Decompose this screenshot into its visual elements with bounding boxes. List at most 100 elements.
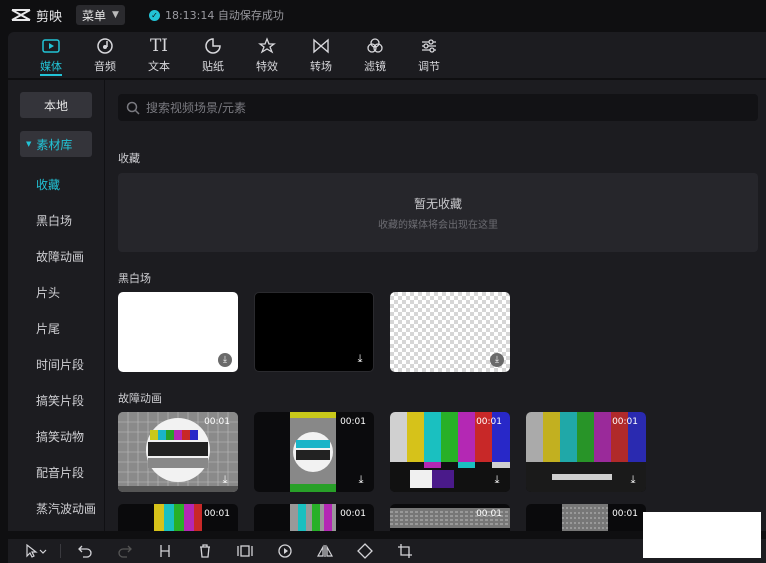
favorites-empty-state: 暂无收藏 收藏的媒体将会出现在这里 [118,173,758,252]
tab-effects-label: 特效 [256,60,278,73]
duration-label: 00:01 [612,417,638,427]
sidebar-item-funny-clips[interactable]: 搞笑片段 [36,392,84,409]
menu-button[interactable]: 菜单 ▼ [76,5,125,25]
audio-icon [96,36,114,56]
media-card-black[interactable]: ⤓ [254,292,374,372]
media-card-transparent[interactable]: ⤓ [390,292,510,372]
tab-adjust[interactable]: 调节 [402,32,456,78]
save-status: ✓ 18:13:14 自动保存成功 [148,7,284,23]
media-card-glitch-5[interactable]: 00:01 [118,504,238,531]
media-panel: 本地 ▼ 素材库 收藏 黑白场 故障动画 片头 片尾 时间片段 搞笑片段 搞笑动… [8,80,766,531]
media-card-glitch-3[interactable]: 00:01 ⤓ [390,412,510,492]
download-icon[interactable]: ⤓ [490,473,504,487]
split-button[interactable] [145,544,185,558]
duration-label: 00:01 [476,509,502,519]
delete-button[interactable] [185,544,225,558]
tab-audio[interactable]: 音频 [78,32,132,78]
tab-sticker-label: 贴纸 [202,60,224,73]
duration-label: 00:01 [204,509,230,519]
section-title-black-white: 黑白场 [118,272,151,285]
download-icon[interactable]: ⤓ [218,473,232,487]
sidebar: 本地 ▼ 素材库 收藏 黑白场 故障动画 片头 片尾 时间片段 搞笑片段 搞笑动… [8,80,105,531]
search-input[interactable]: 搜索视频场景/元素 [118,94,758,121]
empty-title: 暂无收藏 [413,196,462,211]
rotate-button[interactable] [345,543,385,559]
sidebar-item-favorites[interactable]: 收藏 [36,176,60,193]
media-card-glitch-7[interactable]: 00:01 [390,504,510,531]
main-toolbar: 媒体 音频 TI 文本 贴纸 特效 转场 滤镜 调节 [8,32,766,78]
save-status-text: 18:13:14 自动保存成功 [164,9,284,22]
download-icon[interactable]: ⤓ [218,353,232,367]
app-logo: 剪映 [10,6,62,25]
sidebar-library-button[interactable]: ▼ 素材库 [20,131,92,157]
toolbar-divider [60,544,61,558]
freeze-frame-icon [237,545,253,557]
filter-icon [366,36,384,56]
media-card-glitch-8[interactable]: 00:01 [526,504,646,531]
media-card-glitch-4[interactable]: 00:01 ⤓ [526,412,646,492]
tab-text[interactable]: TI 文本 [132,32,186,78]
sticker-icon [204,36,222,56]
media-card-glitch-2[interactable]: 00:01 ⤓ [254,412,374,492]
media-icon [41,36,61,56]
sidebar-item-vaporwave[interactable]: 蒸汽波动画 [36,500,96,517]
chevron-down-icon: ▼ [112,10,119,20]
tab-transition[interactable]: 转场 [294,32,348,78]
download-icon[interactable]: ⤓ [626,473,640,487]
sidebar-library-label: 素材库 [36,137,73,152]
tab-filter[interactable]: 滤镜 [348,32,402,78]
transition-icon [312,36,330,56]
sidebar-item-intro[interactable]: 片头 [36,284,60,301]
media-card-white[interactable]: ⤓ [118,292,238,372]
sidebar-item-glitch[interactable]: 故障动画 [36,248,84,265]
menu-label: 菜单 [82,8,107,23]
trash-icon [200,544,210,558]
select-tool-button[interactable] [16,544,56,558]
duration-label: 00:01 [340,509,366,519]
sidebar-item-voiceover[interactable]: 配音片段 [36,464,84,481]
title-bar: 剪映 菜单 ▼ ✓ 18:13:14 自动保存成功 [0,0,766,30]
search-placeholder: 搜索视频场景/元素 [146,101,247,115]
rotate-icon [357,543,373,559]
reverse-play-icon [278,544,292,558]
split-icon [160,545,170,557]
sidebar-local-button[interactable]: 本地 [20,92,92,118]
download-icon[interactable]: ⤓ [354,473,368,487]
capcut-logo-icon [11,9,31,21]
white-overlay-patch [643,512,761,558]
mirror-button[interactable] [305,544,345,558]
sidebar-item-funny-animals[interactable]: 搞笑动物 [36,428,84,445]
media-content: 搜索视频场景/元素 收藏 暂无收藏 收藏的媒体将会出现在这里 黑白场 ⤓ ⤓ ⤓… [106,80,766,531]
media-card-glitch-6[interactable]: 00:01 [254,504,374,531]
sidebar-item-time-clips[interactable]: 时间片段 [36,356,84,373]
app-name: 剪映 [36,9,63,25]
download-icon[interactable]: ⤓ [353,352,367,366]
sidebar-item-black-white[interactable]: 黑白场 [36,212,72,229]
freeze-frame-button[interactable] [225,544,265,558]
caret-down-icon: ▼ [26,140,32,148]
download-icon[interactable]: ⤓ [490,353,504,367]
redo-button[interactable] [105,544,145,558]
reverse-button[interactable] [265,544,305,558]
effects-icon [258,36,276,56]
tab-sticker[interactable]: 贴纸 [186,32,240,78]
tab-filter-label: 滤镜 [364,60,386,73]
section-title-favorites: 收藏 [118,152,140,165]
adjust-icon [420,36,438,56]
sidebar-item-outro[interactable]: 片尾 [36,320,60,337]
check-circle-icon: ✓ [148,9,160,21]
media-card-glitch-1[interactable]: 00:01 ⤓ [118,412,238,492]
mirror-icon [317,544,333,557]
redo-icon [118,545,132,558]
text-icon: TI [149,36,169,56]
tab-media[interactable]: 媒体 [24,32,78,78]
tab-media-label: 媒体 [40,60,62,73]
tab-effects[interactable]: 特效 [240,32,294,78]
cursor-icon [26,544,47,558]
duration-label: 00:01 [204,417,230,427]
empty-subtitle: 收藏的媒体将会出现在这里 [378,219,498,231]
undo-button[interactable] [65,544,105,558]
crop-button[interactable] [385,544,425,558]
undo-icon [78,545,92,558]
section-title-glitch: 故障动画 [118,392,162,405]
